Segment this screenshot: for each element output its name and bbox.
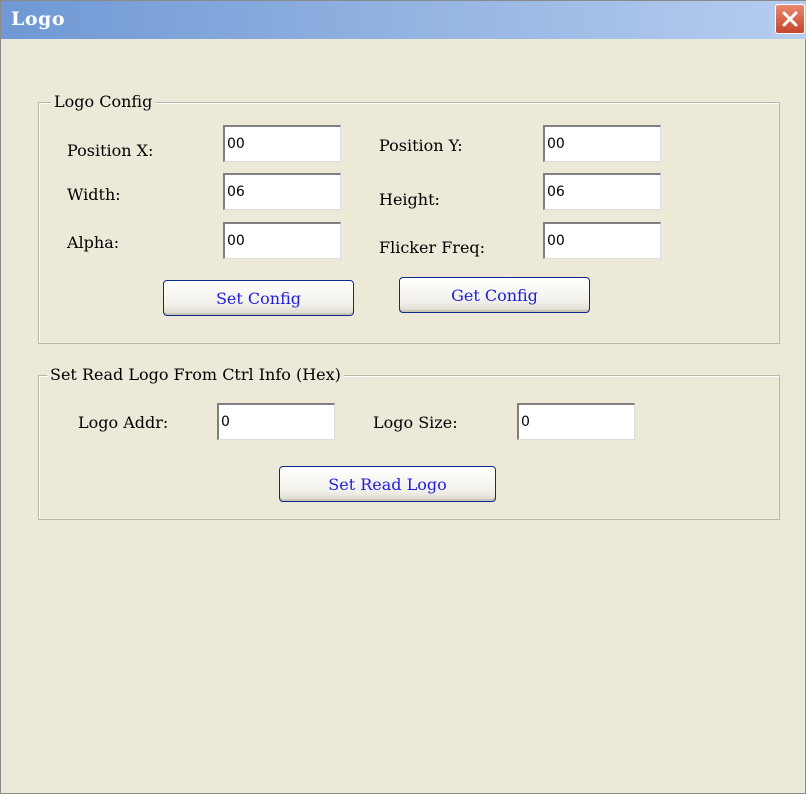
height-input[interactable] (543, 173, 661, 210)
alpha-input[interactable] (223, 222, 341, 259)
logo-dialog: Logo Logo Config Position X: Position Y:… (0, 0, 806, 794)
close-icon (782, 11, 798, 27)
logo-size-label: Logo Size: (373, 413, 458, 432)
alpha-label: Alpha: (67, 233, 120, 252)
logo-size-input[interactable] (517, 403, 635, 440)
get-config-button[interactable]: Get Config (399, 277, 590, 313)
flicker-freq-label: Flicker Freq: (379, 238, 486, 257)
flicker-freq-input[interactable] (543, 222, 661, 259)
position-y-label: Position Y: (379, 136, 463, 155)
close-button[interactable] (775, 4, 805, 34)
width-label: Width: (67, 185, 121, 204)
position-x-label: Position X: (67, 141, 154, 160)
position-y-input[interactable] (543, 125, 661, 162)
logo-config-legend: Logo Config (51, 92, 156, 111)
window-title: Logo (11, 8, 65, 30)
width-input[interactable] (223, 173, 341, 210)
set-config-button[interactable]: Set Config (163, 280, 354, 316)
logo-addr-input[interactable] (217, 403, 335, 440)
logo-addr-label: Logo Addr: (78, 413, 169, 432)
title-bar[interactable]: Logo (1, 1, 806, 39)
position-x-input[interactable] (223, 125, 341, 162)
read-logo-legend: Set Read Logo From Ctrl Info (Hex) (47, 365, 344, 384)
set-read-logo-button[interactable]: Set Read Logo (279, 466, 496, 502)
height-label: Height: (379, 190, 440, 209)
